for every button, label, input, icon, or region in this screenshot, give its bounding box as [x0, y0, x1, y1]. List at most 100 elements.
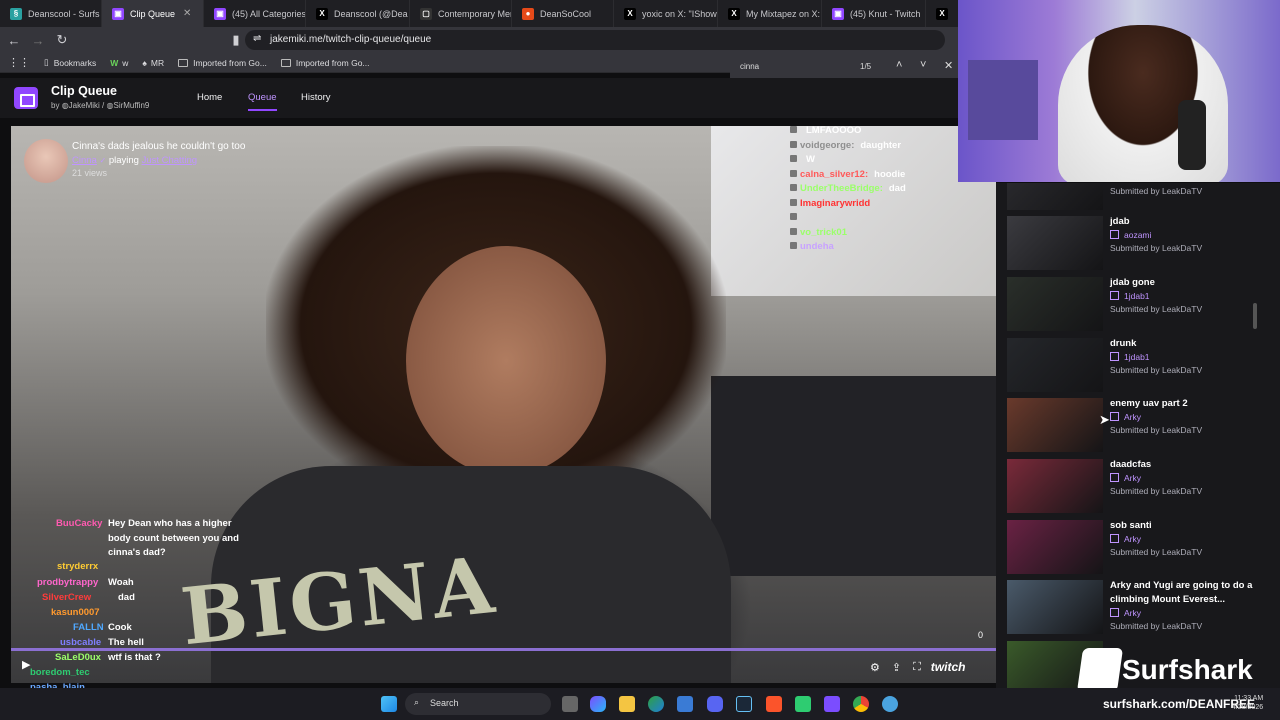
forward-icon[interactable]: →	[28, 30, 48, 50]
address-bar[interactable]: ⇌ jakemiki.me/twitch-clip-queue/queue	[245, 30, 945, 50]
browser-tab[interactable]: ▢ Contemporary Men	[410, 0, 512, 27]
bookmark-icon[interactable]: ▮	[226, 30, 246, 50]
car-interior	[711, 376, 996, 576]
bookmark-folder[interactable]: Imported from Go...	[178, 58, 267, 68]
chat-message: dad	[118, 592, 135, 603]
app-icon[interactable]	[882, 696, 898, 712]
chat-message: LMFAOOOO	[806, 125, 862, 136]
w-icon: W	[110, 57, 119, 68]
queue-item[interactable]: jdab aozami Submitted by LeakDaTV	[996, 213, 1266, 270]
sponsor-name: Surfshark	[1122, 654, 1253, 685]
windows-start-icon[interactable]	[381, 696, 397, 712]
find-prev-icon[interactable]: ˄	[896, 59, 902, 71]
tab-label: Deanscool - Surfs	[28, 8, 100, 19]
queue-item[interactable]: sob santi Arky Submitted by LeakDaTV	[996, 517, 1266, 574]
nav-queue[interactable]: Queue	[248, 92, 277, 111]
bookmark-item[interactable]: ▯ Bookmarks	[44, 57, 96, 68]
queue-item[interactable]: enemy uav part 2 Arky Submitted by LeakDaT…	[996, 395, 1266, 452]
bookmark-item[interactable]: Ww	[110, 58, 128, 68]
file-explorer-icon[interactable]	[562, 696, 578, 712]
browser-tab[interactable]: ▣ Clip Queue ✕	[102, 0, 204, 27]
find-close-icon[interactable]: ✕	[944, 59, 953, 72]
bookmark-item[interactable]: ♠ MR	[142, 58, 164, 68]
queue-channel[interactable]: Arky	[1110, 412, 1141, 422]
queue-counter: 0	[978, 630, 984, 640]
queue-channel[interactable]: 1jdab1	[1110, 291, 1150, 301]
discord-icon[interactable]	[707, 696, 723, 712]
copilot-icon[interactable]	[590, 696, 606, 712]
site-info-icon[interactable]: ⇌	[253, 33, 261, 44]
category-link[interactable]: Just Chatting	[142, 155, 197, 166]
queue-channel[interactable]: Arky	[1110, 473, 1141, 483]
queue-channel[interactable]: Arky	[1110, 608, 1141, 618]
clip-thumbnail[interactable]	[1007, 459, 1103, 513]
back-icon[interactable]: ←	[4, 30, 24, 50]
fullscreen-icon[interactable]: ⛶	[913, 661, 921, 674]
video-chat-line: LMFAOOOO	[790, 125, 861, 136]
streamer-avatar[interactable]	[24, 139, 68, 183]
clip-thumbnail[interactable]	[1007, 580, 1103, 634]
clip-thumbnail[interactable]	[1007, 398, 1103, 452]
clip-thumbnail[interactable]	[1007, 277, 1103, 331]
browser-tab[interactable]: ▣ (45) Knut - Twitch	[822, 0, 926, 27]
queue-item[interactable]: jdab gone 1jdab1 Submitted by LeakDaTV	[996, 274, 1266, 331]
url-text: jakemiki.me/twitch-clip-queue/queue	[270, 34, 432, 45]
share-icon[interactable]: ⇪	[892, 661, 901, 674]
browser-tab[interactable]: ● DeanSoCool	[512, 0, 614, 27]
queue-channel[interactable]: 1jdab1	[1110, 352, 1150, 362]
browser-tab[interactable]: § Deanscool - Surfs	[0, 0, 102, 27]
video-progress-bar[interactable]	[11, 648, 996, 651]
find-next-icon[interactable]: ˅	[920, 59, 926, 71]
queue-title: drunk	[1110, 338, 1137, 349]
find-input[interactable]: cinna	[740, 62, 759, 71]
chat-badge-icon	[790, 198, 797, 206]
brave-icon[interactable]	[766, 696, 782, 712]
nav-history[interactable]: History	[301, 92, 331, 103]
tab-close-icon[interactable]: ✕	[183, 8, 191, 19]
browser-tab[interactable]: X Deanscool (@Dea	[306, 0, 410, 27]
chat-username: SilverCrew	[42, 592, 92, 603]
clip-thumbnail[interactable]	[1007, 216, 1103, 270]
reload-icon[interactable]: ↻	[52, 30, 72, 50]
clip-thumbnail[interactable]	[1007, 520, 1103, 574]
apps-icon[interactable]: ⋮⋮	[8, 56, 30, 69]
queue-item[interactable]: Arky and Yugi are going to do a climbing …	[996, 577, 1266, 634]
chat-message: Hey Dean who has a higher	[108, 518, 232, 529]
author-link[interactable]: JakeMiki	[69, 101, 100, 110]
clip-video-player[interactable]: BIGNA Cinna's dads jealous he couldn't g…	[11, 126, 996, 683]
folder-icon[interactable]	[619, 696, 635, 712]
browser-tab[interactable]: X My Mixtapez on X:	[718, 0, 822, 27]
queue-submitter: Submitted by LeakDaTV	[1110, 486, 1203, 496]
browser-tab[interactable]: ▣ (45) All Categories	[204, 0, 306, 27]
edge-icon[interactable]	[648, 696, 664, 712]
chat-username: calna_silver12:	[800, 168, 869, 180]
app-icon[interactable]	[795, 696, 811, 712]
queue-item[interactable]: daadcfas Arky Submitted by LeakDaTV	[996, 456, 1266, 513]
browser-toolbar: ← → ↻ ▮ ⇌ jakemiki.me/twitch-clip-queue/…	[0, 27, 960, 53]
queue-item[interactable]: Submitted by LeakDaTV	[996, 183, 1266, 210]
browser-tab[interactable]: X	[926, 0, 960, 27]
video-chat-line: undeha	[790, 241, 840, 252]
clip-thumbnail[interactable]	[1007, 183, 1103, 210]
steam-icon[interactable]	[736, 696, 752, 712]
author-link[interactable]: SirMuffin9	[113, 101, 149, 110]
clip-thumbnail[interactable]	[1007, 338, 1103, 392]
tab-favicon-icon: X	[728, 7, 740, 20]
queue-item[interactable]: drunk 1jdab1 Submitted by LeakDaTV	[996, 335, 1266, 392]
settings-icon[interactable]: ⚙	[870, 661, 880, 674]
twitch-logo[interactable]: twitch	[931, 660, 966, 674]
video-frame-face	[406, 246, 606, 476]
browser-tab[interactable]: Xyoxic on X: "IShowS	[614, 0, 718, 27]
queue-channel[interactable]: Arky	[1110, 534, 1141, 544]
queue-channel[interactable]: aozami	[1110, 230, 1151, 240]
chat-username: vo_trick01	[800, 226, 848, 238]
bookmark-folder[interactable]: Imported from Go...	[280, 58, 370, 68]
channel-link[interactable]: Cinna	[72, 155, 97, 166]
chrome-icon[interactable]	[853, 696, 869, 712]
nav-home[interactable]: Home	[197, 92, 222, 103]
clip-queue-logo-icon[interactable]	[14, 87, 38, 109]
store-icon[interactable]	[677, 696, 693, 712]
app-icon[interactable]	[824, 696, 840, 712]
taskbar-search[interactable]: ⌕ Search	[405, 693, 551, 715]
queue-scrollbar[interactable]	[1253, 303, 1257, 329]
